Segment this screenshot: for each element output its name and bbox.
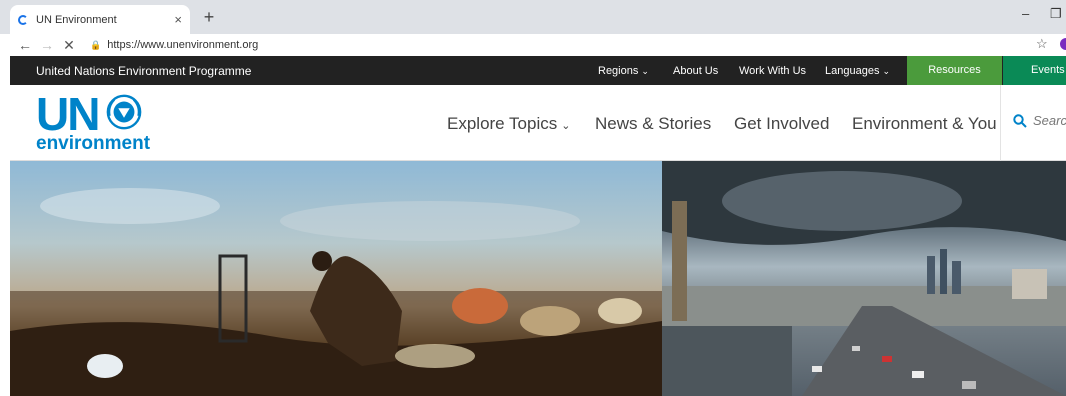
utility-bar: United Nations Environment Programme Reg…	[10, 56, 1066, 85]
divider	[1000, 85, 1001, 161]
chevron-down-icon: ⌄	[882, 66, 890, 76]
search-placeholder: Search	[1033, 113, 1066, 128]
minimize-button[interactable]: –	[1022, 6, 1029, 21]
nav-news-stories[interactable]: News & Stories	[595, 114, 711, 134]
tab-title: UN Environment	[36, 13, 117, 26]
address-bar[interactable]: 🔒 https://www.unenvironment.org	[90, 36, 1030, 54]
regions-link[interactable]: Regions ⌄	[598, 65, 649, 77]
bookmark-star-icon[interactable]: ☆	[1036, 36, 1048, 52]
profile-avatar[interactable]	[1060, 38, 1066, 50]
new-tab-button[interactable]: +	[198, 7, 220, 28]
landfill-scene	[10, 188, 662, 396]
resources-button[interactable]: Resources	[907, 56, 1002, 85]
nav-environment-and-you[interactable]: Environment & You	[852, 114, 997, 134]
languages-label: Languages	[825, 65, 880, 77]
browser-toolbar: ← → ✕ 🔒 https://www.unenvironment.org	[0, 34, 1066, 56]
chevron-down-icon: ⌄	[561, 120, 571, 132]
lock-icon: 🔒	[90, 39, 102, 50]
restore-button[interactable]: ❐	[1050, 6, 1062, 22]
un-emblem-icon	[106, 94, 142, 130]
nav-explore-label: Explore Topics	[447, 114, 558, 133]
work-with-us-link[interactable]: Work With Us	[739, 65, 806, 77]
main-header: UN environment Explore Topics ⌄ News & St…	[10, 85, 1066, 161]
search-box[interactable]: Search	[1013, 113, 1066, 128]
hero-image-left[interactable]	[10, 161, 662, 396]
tab-close-icon[interactable]: ×	[174, 12, 182, 27]
regions-label: Regions	[598, 65, 639, 77]
events-button[interactable]: Events	[1003, 56, 1066, 85]
loading-icon	[18, 14, 28, 25]
chevron-down-icon: ⌄	[641, 66, 649, 76]
browser-tabstrip: UN Environment × + – ❐	[0, 0, 1066, 34]
nav-get-involved[interactable]: Get Involved	[734, 114, 829, 134]
url-text: https://www.unenvironment.org	[107, 39, 259, 51]
about-us-link[interactable]: About Us	[673, 65, 718, 77]
stop-button[interactable]: ✕	[58, 37, 80, 54]
forward-button[interactable]: →	[36, 37, 58, 53]
browser-tab[interactable]: UN Environment ×	[10, 5, 190, 34]
nav-explore-topics[interactable]: Explore Topics ⌄	[447, 114, 570, 134]
logo-environment-text[interactable]: environment	[36, 133, 150, 155]
hero-image-right[interactable]	[662, 161, 1066, 396]
search-icon	[1013, 113, 1027, 128]
org-name[interactable]: United Nations Environment Programme	[36, 64, 251, 78]
back-button[interactable]: ←	[14, 37, 36, 53]
languages-link[interactable]: Languages ⌄	[825, 65, 890, 77]
city-highway-scene	[662, 161, 1066, 396]
